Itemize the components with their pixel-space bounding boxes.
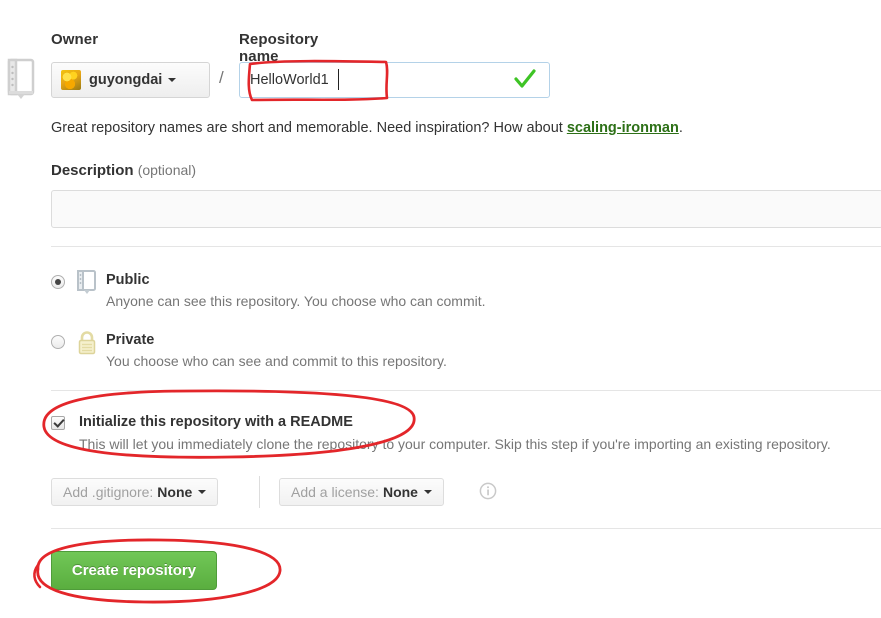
repo-book-icon [6, 58, 36, 102]
suggested-name-link[interactable]: scaling-ironman [567, 120, 679, 136]
gitignore-label: Add .gitignore: [63, 484, 154, 500]
path-separator: / [219, 68, 224, 87]
repository-name-label: Repository name [239, 31, 319, 65]
select-divider [259, 476, 260, 508]
visibility-title: Public [106, 272, 150, 288]
text-cursor [338, 69, 339, 90]
green-check-icon [512, 66, 538, 92]
create-repository-button[interactable]: Create repository [51, 551, 217, 590]
license-label: Add a license: [291, 484, 379, 500]
readme-title: Initialize this repository with a README [79, 414, 353, 430]
divider [51, 390, 881, 391]
description-optional-text: (optional) [137, 162, 197, 178]
gitignore-select-button[interactable]: Add .gitignore: None [51, 478, 219, 506]
create-repository-form: Owner Repository name guyongdai / Great … [0, 0, 881, 618]
avatar [61, 70, 81, 90]
license-value: None [382, 484, 418, 500]
chevron-down-icon [423, 490, 432, 494]
license-select-button[interactable]: Add a license: None [279, 478, 444, 506]
repository-name-input[interactable] [239, 62, 550, 98]
visibility-description: Anyone can see this repository. You choo… [106, 293, 486, 309]
radio-public[interactable] [51, 275, 65, 289]
radio-private[interactable] [51, 335, 65, 349]
divider [51, 246, 881, 247]
description-label: Description (optional) [51, 162, 196, 179]
help-text-prefix: Great repository names are short and mem… [51, 120, 567, 136]
chevron-down-icon [168, 78, 177, 82]
description-input[interactable] [51, 190, 881, 228]
repo-name-help-text: Great repository names are short and mem… [51, 120, 683, 136]
info-circle-icon[interactable] [479, 482, 497, 500]
readme-checkbox[interactable] [51, 416, 65, 430]
owner-select-button[interactable]: guyongdai [51, 62, 210, 98]
visibility-title: Private [106, 332, 155, 348]
chevron-down-icon [198, 490, 207, 494]
lock-icon [76, 330, 98, 356]
divider [51, 528, 881, 529]
owner-label: Owner [51, 31, 99, 48]
owner-name-label: guyongdai [89, 72, 163, 88]
description-label-text: Description [51, 162, 134, 179]
gitignore-value: None [157, 484, 193, 500]
repo-book-icon [76, 270, 98, 296]
visibility-description: You choose who can see and commit to thi… [106, 353, 447, 369]
help-text-suffix: . [678, 120, 683, 136]
readme-description: This will let you immediately clone the … [79, 436, 831, 452]
